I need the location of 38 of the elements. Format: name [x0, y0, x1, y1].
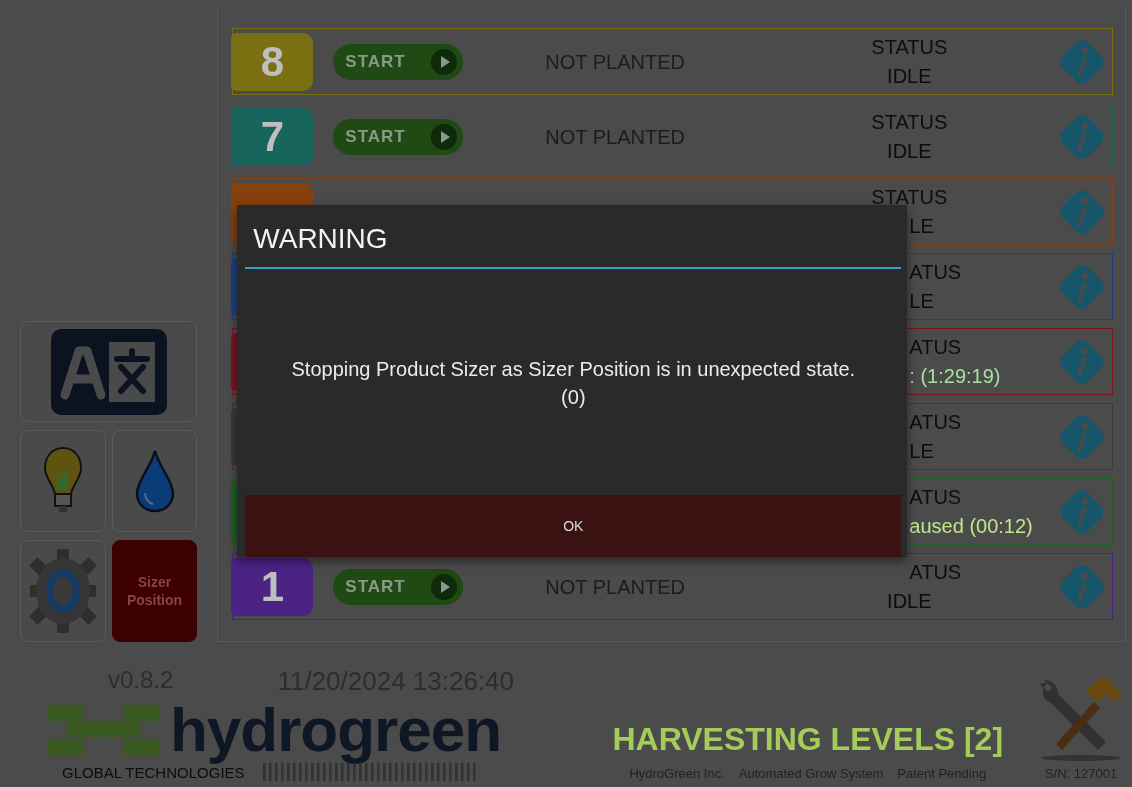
- start-button[interactable]: START: [333, 568, 464, 605]
- mode-title: HARVESTING LEVELS [2]: [612, 721, 1004, 758]
- status-label: ATUS: [908, 560, 962, 584]
- status-label: ATUS: [908, 410, 962, 434]
- dialog-title: WARNING: [245, 205, 902, 269]
- start-button[interactable]: START: [333, 43, 464, 80]
- water-drop-icon: [134, 449, 175, 513]
- status-value: IDLE: [887, 589, 932, 613]
- status-value: IDLE: [887, 139, 932, 163]
- status-label: ATUS: [908, 260, 962, 284]
- settings-button[interactable]: [20, 540, 106, 642]
- level-number: 7: [260, 112, 284, 161]
- language-button[interactable]: [20, 321, 198, 422]
- status-value: LE: [908, 214, 934, 238]
- status-label: STATUS: [871, 110, 948, 134]
- light-button[interactable]: [20, 430, 106, 532]
- logo-tagline: GLOBAL TECHNOLOGIES: [62, 763, 245, 781]
- start-button[interactable]: START: [333, 118, 464, 155]
- status-label: ATUS: [908, 485, 962, 509]
- translate-icon: [50, 328, 167, 415]
- sizer-position-button[interactable]: Sizer Position: [111, 540, 198, 642]
- logo-wordmark: hydrogreen: [170, 693, 502, 766]
- status-value: aused (00:12): [908, 514, 1033, 538]
- status-value: LE: [908, 439, 934, 463]
- play-icon: [431, 573, 458, 600]
- status-label: ATUS: [908, 335, 962, 359]
- level-number: 8: [260, 37, 284, 86]
- ok-button[interactable]: OK: [245, 495, 902, 557]
- gear-icon: [29, 549, 96, 633]
- play-icon: [431, 48, 458, 75]
- water-button[interactable]: [111, 430, 198, 532]
- status-value: IDLE: [887, 64, 932, 88]
- dialog-message: Stopping Product Sizer as Sizer Position is in unexpected state. (0): [290, 357, 857, 410]
- level-number: 1: [260, 562, 284, 611]
- status-value: LE: [908, 289, 934, 313]
- status-label: STATUS: [871, 35, 948, 59]
- play-icon: [431, 123, 458, 150]
- logo-mark-icon: [48, 704, 160, 755]
